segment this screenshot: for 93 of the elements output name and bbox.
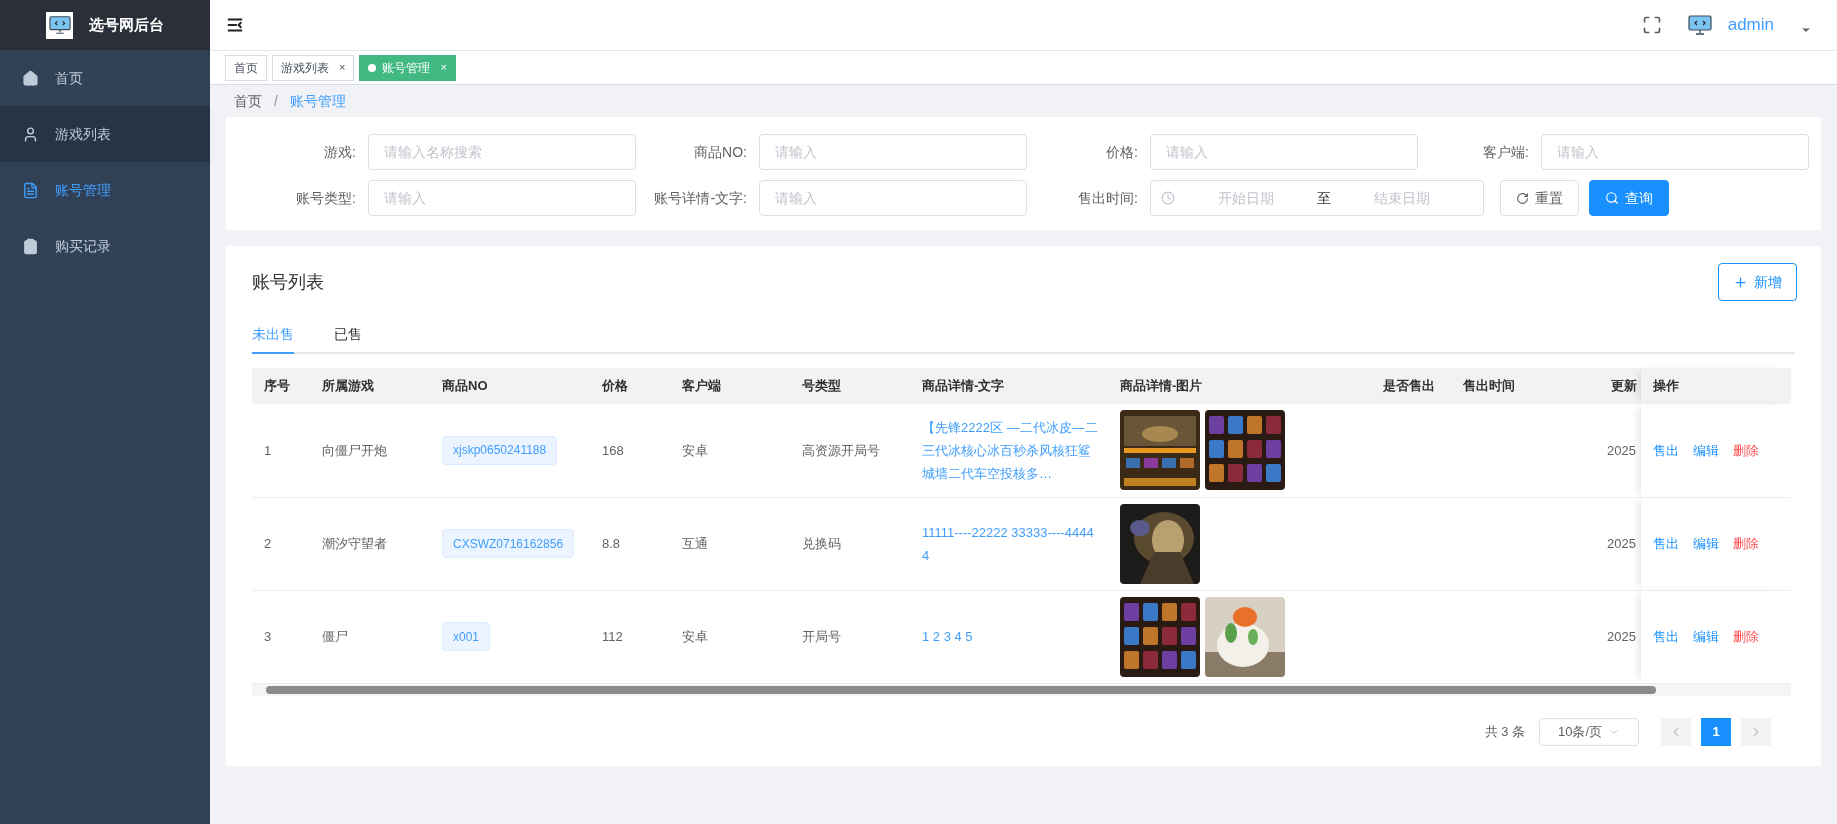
table-cell: 2025 bbox=[1599, 404, 1641, 497]
tab[interactable]: 未出售 bbox=[252, 316, 294, 354]
table-cell: 向僵尸开炮 bbox=[310, 404, 430, 497]
table-cell: 1 bbox=[252, 404, 310, 497]
table-cell: 8.8 bbox=[590, 497, 670, 590]
detail-link[interactable]: 11111----22222 33333----44444 bbox=[922, 520, 1098, 567]
table-cell: 2025 bbox=[1599, 497, 1641, 590]
breadcrumb-item: 账号管理 bbox=[289, 91, 346, 111]
action-link[interactable]: 编辑 bbox=[1693, 533, 1719, 554]
action-link[interactable]: 售出 bbox=[1653, 533, 1679, 554]
column-header: 价格 bbox=[590, 368, 670, 404]
tag-tab[interactable]: 账号管理 × bbox=[359, 54, 456, 81]
table-cell: 兑换码 bbox=[790, 497, 910, 590]
table-cell: 潮汐守望者 bbox=[310, 497, 430, 590]
column-header: 号类型 bbox=[790, 368, 910, 404]
input-field[interactable]: 请输入 bbox=[1150, 134, 1418, 170]
add-button[interactable]: 新增 bbox=[1718, 263, 1797, 301]
column-header: 更新 bbox=[1599, 368, 1641, 404]
column-header: 所属游戏 bbox=[310, 368, 430, 404]
page-size-select[interactable]: 10条/页 bbox=[1539, 717, 1639, 746]
document-icon bbox=[22, 181, 39, 199]
tag-tab[interactable]: 游戏列表 × bbox=[272, 54, 355, 81]
sidebar-item[interactable]: 首页 bbox=[0, 50, 210, 106]
column-header: 客户端 bbox=[670, 368, 790, 404]
action-link[interactable]: 售出 bbox=[1653, 440, 1679, 460]
table-cell: 2025 bbox=[1599, 590, 1641, 683]
input-field[interactable]: 请输入 bbox=[1541, 134, 1809, 170]
input-field[interactable]: 请输入 bbox=[368, 180, 636, 216]
column-header: 商品详情-文字 bbox=[910, 368, 1108, 404]
table-cell: 僵尸 bbox=[310, 590, 430, 683]
table-cell: 168 bbox=[590, 404, 670, 497]
search-button[interactable]: 查询 bbox=[1589, 180, 1669, 216]
detail-link[interactable]: 【先锋2222区 —二代冰皮—二三代冰核心冰百秒杀风核狂鲨城墙二代车空投核多… bbox=[922, 415, 1098, 485]
home-icon bbox=[22, 69, 39, 87]
filter-label: 售出时间: bbox=[1077, 188, 1139, 208]
action-link[interactable]: 编辑 bbox=[1693, 440, 1719, 460]
user-icon bbox=[22, 125, 39, 143]
table-cell: 3 bbox=[252, 590, 310, 683]
action-link[interactable]: 编辑 bbox=[1693, 626, 1719, 647]
action-link[interactable]: 售出 bbox=[1653, 626, 1679, 647]
close-icon[interactable]: × bbox=[440, 59, 447, 76]
product-no-tag: xjskp0650241188 bbox=[442, 435, 558, 465]
table-cell: 互通 bbox=[670, 497, 790, 590]
date-range-field[interactable]: 开始日期 至 结束日期 bbox=[1150, 180, 1484, 216]
column-header: 操作 bbox=[1641, 368, 1791, 404]
plus-icon bbox=[1733, 274, 1748, 290]
menu-fold-icon[interactable] bbox=[225, 16, 245, 34]
total-count: 共 3 条 bbox=[1484, 722, 1525, 741]
app-title: 选号网后台 bbox=[89, 14, 164, 35]
page-button[interactable]: 1 bbox=[1701, 717, 1731, 746]
action-link[interactable]: 删除 bbox=[1733, 626, 1759, 647]
input-field[interactable]: 请输入 bbox=[759, 134, 1027, 170]
filter-label: 价格: bbox=[1105, 142, 1139, 162]
refresh-icon bbox=[1516, 191, 1529, 205]
action-link[interactable]: 删除 bbox=[1733, 533, 1759, 554]
clock-icon bbox=[1161, 191, 1175, 205]
filter-label: 账号详情-文字: bbox=[653, 188, 748, 208]
username[interactable]: admin bbox=[1727, 12, 1774, 38]
filter-label: 账号类型: bbox=[295, 188, 357, 208]
column-header: 商品NO bbox=[430, 368, 590, 404]
table-cell: 2 bbox=[252, 497, 310, 590]
action-link[interactable]: 删除 bbox=[1733, 440, 1759, 460]
table-cell: 高资源开局号 bbox=[790, 404, 910, 497]
reset-button[interactable]: 重置 bbox=[1500, 180, 1579, 216]
table-cell: 安卓 bbox=[670, 404, 790, 497]
list-title: 账号列表 bbox=[252, 270, 324, 294]
column-header: 是否售出 bbox=[1371, 368, 1451, 404]
table-cell: 开局号 bbox=[790, 590, 910, 683]
filter-label: 游戏: bbox=[323, 142, 357, 162]
fullscreen-icon[interactable] bbox=[1641, 15, 1662, 35]
column-header: 序号 bbox=[252, 368, 310, 404]
sidebar-item[interactable]: 购买记录 bbox=[0, 218, 210, 274]
input-field[interactable]: 请输入 bbox=[759, 180, 1027, 216]
clipboard-icon bbox=[22, 237, 39, 255]
product-no-tag: CXSWZ0716162856 bbox=[442, 529, 575, 558]
tag-tab[interactable]: 首页 bbox=[225, 54, 267, 81]
search-icon bbox=[1605, 191, 1619, 205]
avatar-icon bbox=[1687, 13, 1712, 37]
breadcrumb-separator: / bbox=[274, 91, 278, 111]
product-no-tag: x001 bbox=[442, 622, 491, 651]
tab[interactable]: 已售 bbox=[334, 316, 362, 354]
sidebar-item[interactable]: 账号管理 bbox=[0, 162, 210, 218]
input-field[interactable]: 请输入名称搜索 bbox=[368, 134, 636, 170]
column-header: 售出时间 bbox=[1451, 368, 1599, 404]
filter-label: 客户端: bbox=[1482, 142, 1530, 162]
breadcrumb-item[interactable]: 首页 bbox=[234, 90, 262, 112]
filter-label: 商品NO: bbox=[693, 142, 748, 162]
table-cell: 112 bbox=[590, 590, 670, 683]
sidebar-item[interactable]: 游戏列表 bbox=[0, 106, 210, 162]
table-cell: 安卓 bbox=[670, 590, 790, 683]
column-header: 商品详情-图片 bbox=[1108, 368, 1371, 404]
detail-link[interactable]: 1 2 3 4 5 bbox=[922, 625, 1098, 648]
close-icon[interactable]: × bbox=[339, 59, 346, 76]
